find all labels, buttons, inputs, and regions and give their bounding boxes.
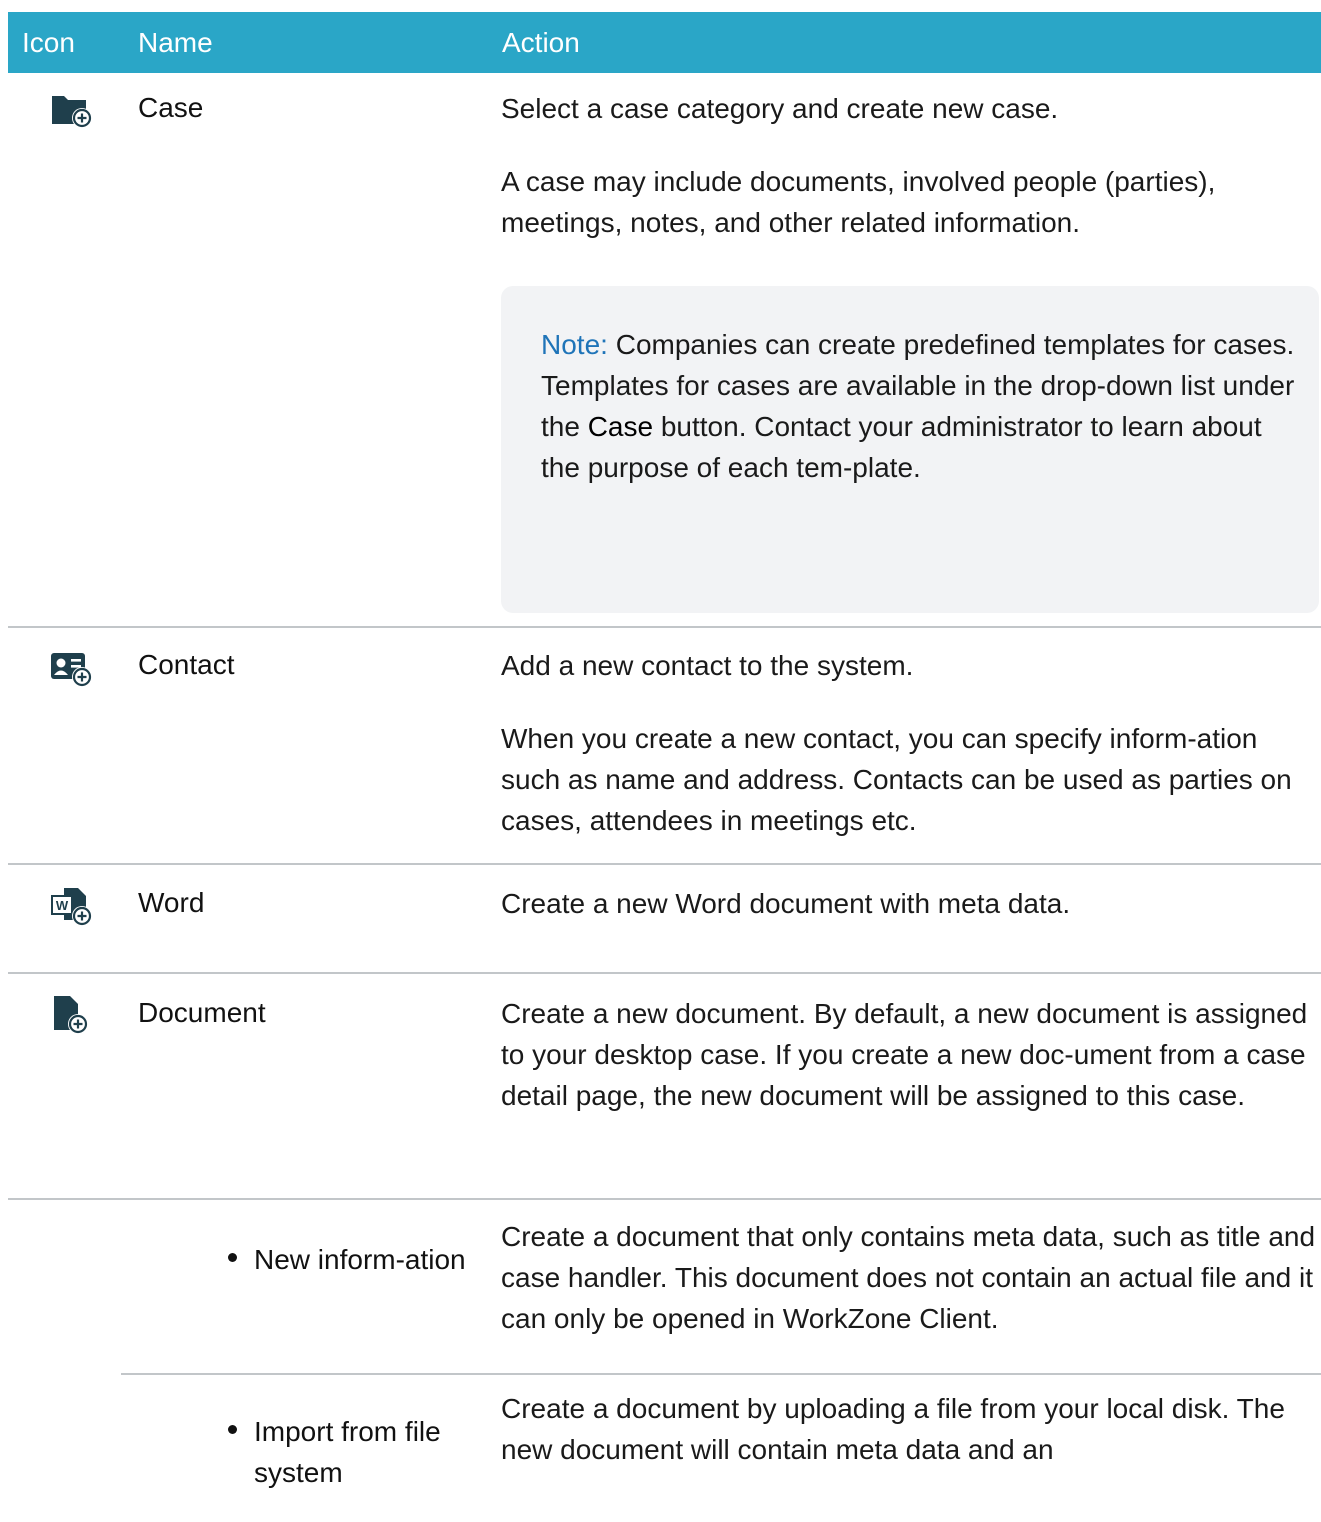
row-action-contact-detail: When you create a new contact, you can s… xyxy=(501,723,1292,836)
word-document-add-icon: W xyxy=(50,886,94,926)
contact-card-add-icon xyxy=(50,647,94,687)
table-header: Icon Name Action xyxy=(8,12,1321,73)
header-name-column: Name xyxy=(138,27,213,58)
row-divider xyxy=(8,972,1321,974)
row-name-contact: Contact xyxy=(138,649,235,680)
commands-table: Icon Name Action Case Select a case cate… xyxy=(0,0,1321,1522)
bullet xyxy=(228,1253,237,1262)
note-box: Note: Companies can create predefined te… xyxy=(501,286,1319,613)
row-divider xyxy=(8,1198,1321,1200)
note-label: Note: xyxy=(541,329,608,360)
row-name-word: Word xyxy=(138,887,205,918)
note-case-button-reference: Case xyxy=(587,411,654,442)
row-divider xyxy=(121,1373,1321,1375)
row-divider xyxy=(8,863,1321,865)
document-add-icon xyxy=(50,994,94,1034)
header-action-column: Action xyxy=(502,27,580,58)
row-name-case: Case xyxy=(138,92,204,123)
row-divider xyxy=(8,626,1321,628)
row-action-contact-summary: Add a new contact to the system. xyxy=(501,650,914,681)
row-action-new-information: Create a document that only contains met… xyxy=(501,1221,1316,1334)
folder-add-icon xyxy=(50,88,94,128)
sub-row-name-new-information: New inform-ation xyxy=(254,1244,466,1275)
row-action-word: Create a new Word document with meta dat… xyxy=(501,888,1071,919)
row-action-case-summary: Select a case category and create new ca… xyxy=(501,93,1059,124)
row-action-import-from-file-system: Create a document by uploading a file fr… xyxy=(501,1393,1285,1465)
header-icon-column: Icon xyxy=(22,27,75,58)
row-name-document: Document xyxy=(138,997,266,1028)
bullet xyxy=(228,1425,237,1434)
row-action-case-detail: A case may include documents, involved p… xyxy=(501,166,1216,238)
sub-row-name-import-from-file-system: Import from file system xyxy=(254,1416,441,1488)
note-text: Note: Companies can create predefined te… xyxy=(541,324,1301,488)
svg-text:W: W xyxy=(56,898,69,913)
row-action-document: Create a new document. By default, a new… xyxy=(501,998,1308,1111)
